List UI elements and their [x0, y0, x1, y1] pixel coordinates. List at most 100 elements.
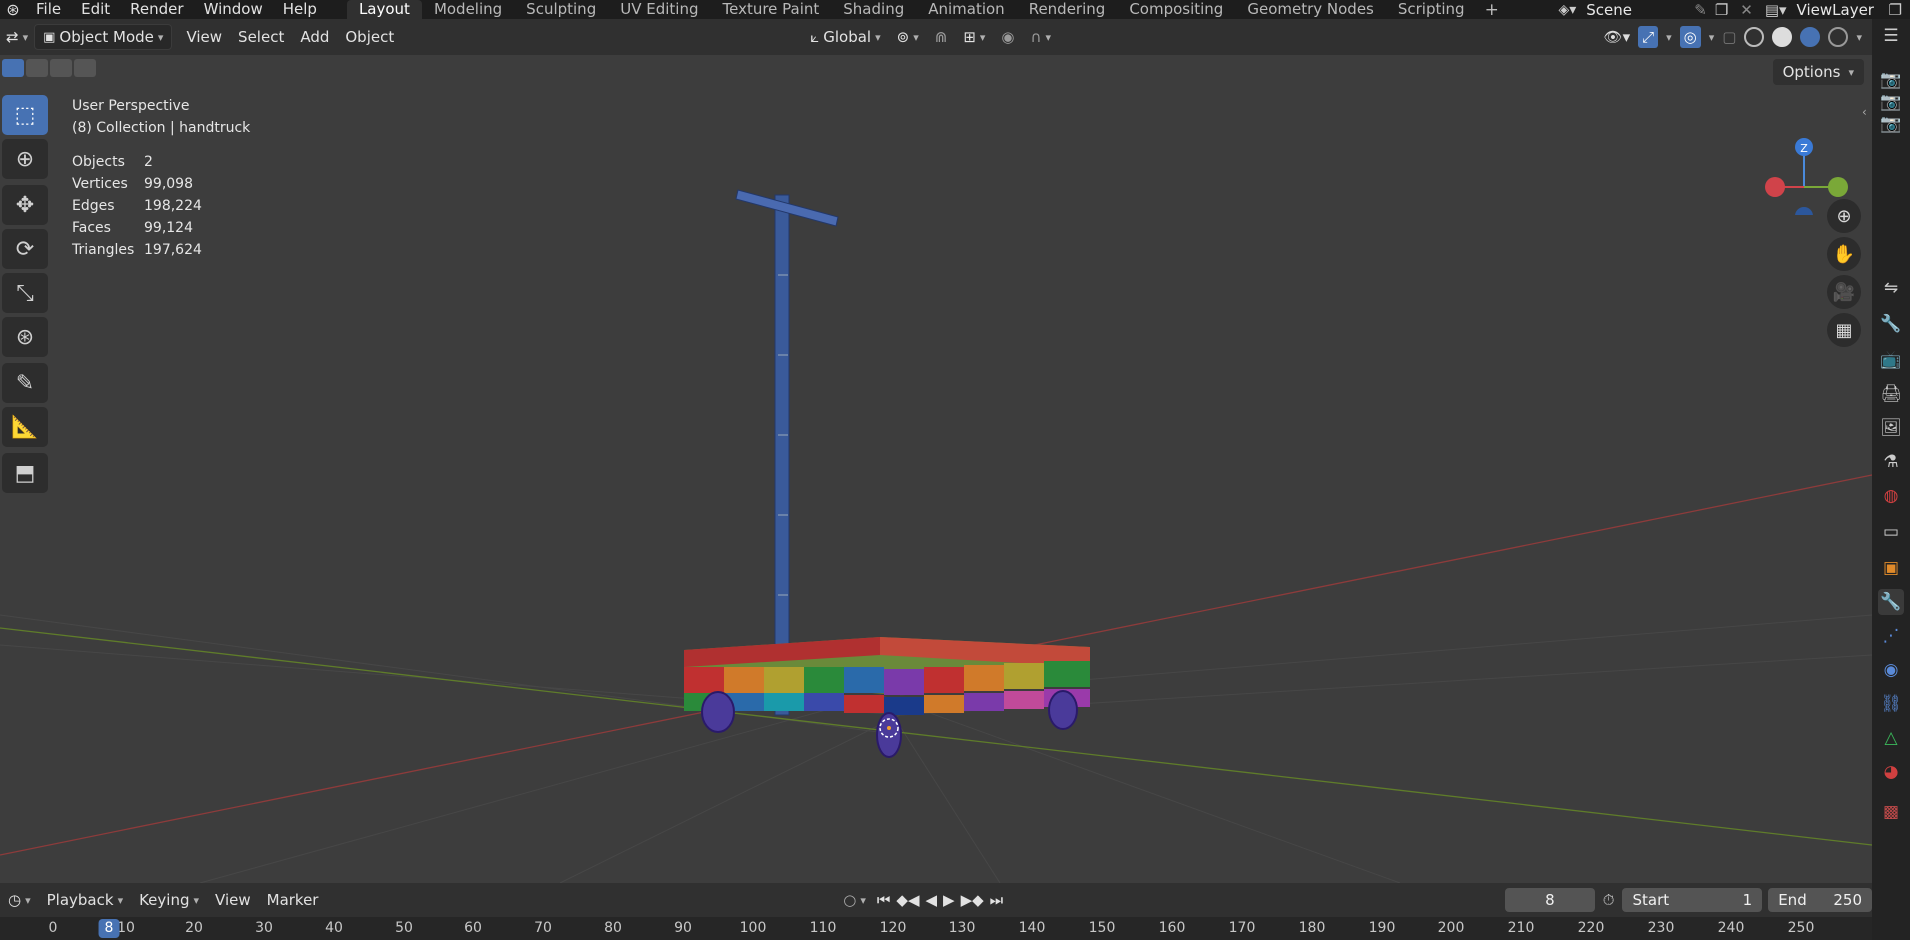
view-layer-properties-icon[interactable]: 🖼 [1878, 415, 1904, 441]
close-scene-icon[interactable]: ✕ [1732, 1, 1761, 19]
transform-orientation-select[interactable]: ⟀ Global ▾ [802, 24, 888, 50]
pan-hand-icon[interactable]: ✋ [1827, 237, 1861, 271]
end-frame-field[interactable]: End 250 [1768, 888, 1872, 912]
new-view-layer-icon[interactable]: ❐ [1881, 1, 1910, 19]
3d-viewport[interactable]: ⬚ ⊕ ✥ ⟳ ⤡ ⊛ ✎ 📐 ⬒ User Perspective (8) C… [0, 55, 1872, 883]
new-scene-icon[interactable]: ❐ [1711, 1, 1732, 19]
menu-window[interactable]: Window [194, 0, 273, 19]
render-properties-icon[interactable]: 📺 [1878, 347, 1904, 373]
modifier-properties-icon[interactable]: 🔧 [1878, 589, 1904, 615]
jump-end-icon[interactable]: ⏭ [987, 887, 1007, 913]
tab-sculpting[interactable]: Sculpting [514, 0, 608, 19]
menu-keying[interactable]: Keying ▾ [131, 887, 207, 913]
view-layer-icon[interactable]: ▤▾ [1761, 1, 1791, 19]
gizmo-toggle[interactable]: ⤢ [1638, 26, 1659, 48]
menu-playback[interactable]: Playback ▾ [39, 887, 131, 913]
measure-tool-icon[interactable]: 📐 [2, 407, 48, 447]
xray-toggle[interactable]: ▢ [1722, 28, 1736, 46]
menu-marker[interactable]: Marker [259, 887, 327, 913]
collection-properties-icon[interactable]: ▭ [1878, 519, 1904, 545]
axis-gizmo[interactable]: Z [1732, 95, 1872, 236]
outliner-icon[interactable]: ☰ [1878, 23, 1904, 49]
physics-properties-icon[interactable]: ◉ [1878, 657, 1904, 683]
wireframe-shading-icon[interactable] [1744, 27, 1765, 47]
jump-keyframe-back-icon[interactable]: ◆◀ [893, 887, 922, 913]
editor-type-icon[interactable]: ⇄ ▾ [0, 24, 34, 50]
view-layer-field[interactable]: ViewLayer [1791, 1, 1881, 19]
snap-target-select[interactable]: ⊞ ▾ [955, 24, 993, 50]
particles-properties-icon[interactable]: ⋰ [1878, 623, 1904, 649]
camera-view-icon[interactable]: 🎥 [1827, 275, 1861, 309]
timeline-editor-type-icon[interactable]: ◷ ▾ [0, 887, 39, 913]
options-dropdown[interactable]: Options ▾ [1772, 59, 1864, 85]
auto-keying-toggle-icon[interactable]: ○ ▾ [835, 887, 874, 913]
select-intersect-icon[interactable] [74, 59, 96, 77]
select-new-icon[interactable] [2, 59, 24, 77]
menu-help[interactable]: Help [273, 0, 327, 19]
output-properties-icon[interactable]: 🖨 [1878, 381, 1904, 407]
play-icon[interactable]: ▶ [940, 887, 958, 913]
add-cube-tool-icon[interactable]: ⬒ [2, 453, 48, 493]
select-box-tool-icon[interactable]: ⬚ [2, 95, 48, 135]
tab-modeling[interactable]: Modeling [422, 0, 514, 19]
tab-shading[interactable]: Shading [831, 0, 916, 19]
menu-view[interactable]: View [178, 24, 230, 50]
properties-toggle-icon[interactable]: ⇋ [1878, 275, 1904, 301]
pin-icon[interactable]: ✎ [1690, 1, 1711, 19]
select-subtract-icon[interactable] [50, 59, 72, 77]
start-frame-field[interactable]: Start 1 [1622, 888, 1763, 912]
tab-compositing[interactable]: Compositing [1117, 0, 1235, 19]
menu-file[interactable]: File [26, 0, 71, 19]
menu-select[interactable]: Select [230, 24, 292, 50]
play-reverse-icon[interactable]: ◀ [923, 887, 941, 913]
chevron-down-icon[interactable]: ▾ [1709, 31, 1715, 44]
material-shading-icon[interactable] [1800, 27, 1821, 47]
solid-shading-icon[interactable] [1772, 27, 1793, 47]
menu-add[interactable]: Add [292, 24, 337, 50]
scene-properties-icon[interactable]: ⚗ [1878, 449, 1904, 475]
object-properties-icon[interactable]: ▣ [1878, 555, 1904, 581]
jump-start-icon[interactable]: ⏮ [874, 887, 894, 913]
menu-object[interactable]: Object [337, 24, 402, 50]
constraints-properties-icon[interactable]: ⛓ [1878, 691, 1904, 717]
tab-geometry-nodes[interactable]: Geometry Nodes [1235, 0, 1386, 19]
scale-tool-icon[interactable]: ⤡ [2, 273, 48, 313]
stopwatch-icon[interactable]: ⏱ [1603, 891, 1615, 909]
tab-layout[interactable]: Layout [346, 0, 422, 19]
menu-render[interactable]: Render [120, 0, 193, 19]
rendered-shading-icon[interactable] [1828, 27, 1849, 47]
tab-rendering[interactable]: Rendering [1017, 0, 1118, 19]
pivot-point-select[interactable]: ⊚ ▾ [889, 24, 927, 50]
select-extend-icon[interactable] [26, 59, 48, 77]
camera-visibility-icon[interactable]: 📷 [1878, 111, 1904, 137]
rotate-tool-icon[interactable]: ⟳ [2, 229, 48, 269]
menu-timeline-view[interactable]: View [207, 887, 259, 913]
scene-icon[interactable]: ◈▾ [1554, 2, 1580, 18]
current-frame-field[interactable]: 8 [1505, 888, 1595, 912]
tab-animation[interactable]: Animation [916, 0, 1016, 19]
annotate-tool-icon[interactable]: ✎ [2, 363, 48, 403]
blender-logo-icon[interactable]: ⊛ [0, 0, 26, 19]
chevron-down-icon[interactable]: ▾ [1666, 31, 1672, 44]
overlay-toggle[interactable]: ◎ [1679, 26, 1701, 48]
falloff-select[interactable]: ∩ ▾ [1023, 24, 1060, 50]
texture-properties-icon[interactable]: ▩ [1878, 799, 1904, 825]
transform-tool-icon[interactable]: ⊛ [2, 317, 48, 357]
jump-keyframe-forward-icon[interactable]: ▶◆ [958, 887, 987, 913]
visibility-icon[interactable]: 👁▾ [1604, 28, 1631, 46]
proportional-edit-toggle[interactable]: ◉ [993, 24, 1022, 50]
material-properties-icon[interactable]: ◕ [1878, 759, 1904, 785]
chevron-down-icon[interactable]: ▾ [1856, 31, 1862, 44]
current-frame-marker[interactable]: 8 [98, 919, 120, 938]
tool-properties-icon[interactable]: 🔧 [1878, 311, 1904, 337]
data-properties-icon[interactable]: △ [1878, 725, 1904, 751]
tab-texture-paint[interactable]: Texture Paint [710, 0, 831, 19]
timeline-ruler[interactable]: 0 10 20 30 40 50 60 70 80 90 100 110 120… [0, 917, 1872, 940]
scene-name-field[interactable]: Scene [1580, 1, 1690, 19]
zoom-icon[interactable]: ⊕ [1827, 199, 1861, 233]
navigation-gizmo[interactable]: Z [1732, 95, 1872, 236]
sidebar-toggle-chevron-icon[interactable]: ‹ [1862, 105, 1867, 119]
world-properties-icon[interactable]: ◍ [1878, 483, 1904, 509]
mode-select[interactable]: ▣ Object Mode ▾ [34, 24, 173, 50]
ortho-grid-icon[interactable]: ▦ [1827, 313, 1861, 347]
